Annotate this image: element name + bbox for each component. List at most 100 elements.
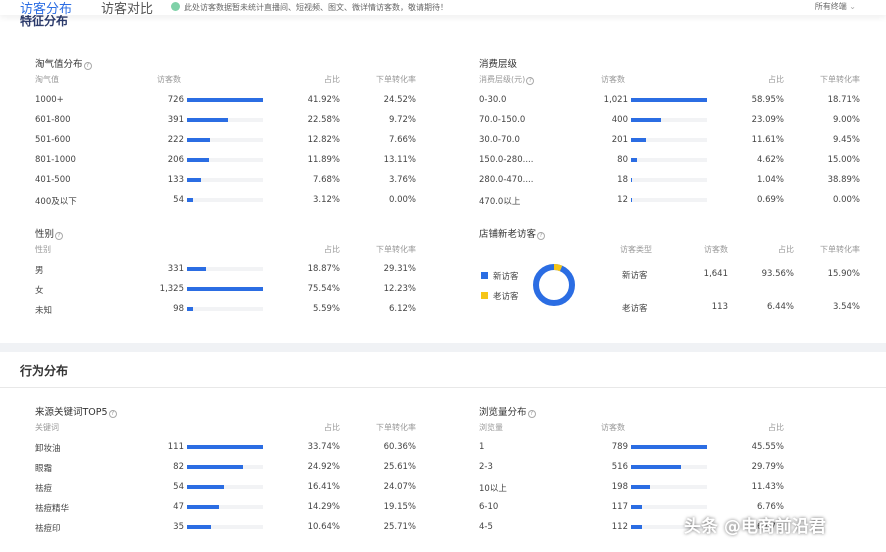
row-share: 12.82%: [307, 135, 340, 145]
bar-fill: [631, 505, 643, 509]
bar-fill: [187, 307, 193, 311]
tab-visitor-distribution[interactable]: 访客分布: [20, 0, 72, 17]
row-label: 470.0以上: [479, 197, 521, 207]
row-label: 30.0-70.0: [479, 135, 520, 145]
row-conversion: 3.54%: [832, 302, 860, 312]
spend-title: 消费层级: [479, 59, 518, 70]
terminal-select-value: 所有终端: [814, 2, 847, 11]
legend-swatch-old: [481, 292, 488, 299]
terminal-select[interactable]: 所有终端 ⌄: [815, 1, 856, 12]
tab-visitor-comparison[interactable]: 访客对比: [101, 0, 153, 17]
legend-new: 新访客: [481, 270, 519, 282]
notice: 此处访客数据暂未统计直播间、短视频、图文、微详情访客数，敬请期待！: [171, 2, 448, 13]
help-icon[interactable]: ?: [83, 62, 92, 70]
row-label: 601-800: [35, 115, 71, 125]
row-count: 1,021: [603, 95, 628, 105]
bar-track: [631, 158, 707, 162]
bar-fill: [187, 505, 220, 509]
row-conversion: 9.00%: [832, 115, 860, 125]
row-share: 1.04%: [756, 175, 784, 185]
col-header: 访客数: [601, 423, 625, 432]
row-count: 111: [167, 442, 184, 452]
bar-track: [187, 465, 263, 469]
help-icon[interactable]: ?: [527, 410, 536, 418]
row-share: 29.79%: [751, 462, 784, 472]
row-share: 75.54%: [307, 284, 340, 294]
row-share: 11.89%: [307, 155, 340, 165]
row-count: 80: [617, 155, 628, 165]
row-conversion: 0.00%: [388, 195, 416, 205]
row-label: 400及以下: [35, 197, 77, 207]
row-count: 516: [611, 462, 628, 472]
row-label: 祛痘印: [35, 524, 61, 534]
bar-fill: [187, 178, 201, 182]
row-share: 18.87%: [307, 264, 340, 274]
row-label: 10以上: [479, 484, 507, 494]
row-count: 133: [167, 175, 184, 185]
row-conversion: 29.31%: [383, 264, 416, 274]
help-icon[interactable]: ?: [55, 232, 64, 240]
row-count: 82: [173, 462, 184, 472]
row-label: 男: [35, 266, 44, 276]
top-tab-bar: 访客分布 访客对比 此处访客数据暂未统计直播间、短视频、图文、微详情访客数，敬请…: [0, 0, 886, 17]
col-header: 关键词: [35, 423, 59, 432]
bar-track: [187, 485, 263, 489]
col-header: 淘气值: [35, 75, 59, 84]
row-share: 16.41%: [307, 482, 340, 492]
row-count: 222: [167, 135, 184, 145]
bar-track: [631, 98, 707, 102]
bar-fill: [187, 287, 263, 291]
row-share: 7.68%: [312, 175, 340, 185]
info-icon: [171, 2, 180, 11]
row-share: 33.74%: [307, 442, 340, 452]
bar-track: [187, 505, 263, 509]
row-count: 112: [611, 522, 628, 532]
col-header: 占比: [324, 75, 340, 84]
bar-fill: [631, 445, 707, 449]
bar-fill: [631, 98, 707, 102]
bar-fill: [187, 525, 211, 529]
row-conversion: 7.66%: [388, 135, 416, 145]
row-share: 41.92%: [307, 95, 340, 105]
row-label: 4-5: [479, 522, 493, 532]
bar-fill: [187, 158, 209, 162]
row-label: 未知: [35, 306, 53, 316]
bar-track: [631, 445, 707, 449]
gender-title: 性别?: [35, 226, 64, 240]
bar-track: [631, 118, 707, 122]
row-conversion: 25.61%: [383, 462, 416, 472]
row-conversion: 15.90%: [827, 269, 860, 279]
keywords-title: 来源关键词TOP5?: [35, 404, 117, 418]
row-share: 5.59%: [312, 304, 340, 314]
row-count: 117: [611, 502, 628, 512]
bar-fill: [187, 98, 263, 102]
row-count: 1,641: [703, 269, 728, 279]
help-icon[interactable]: ?: [108, 410, 117, 418]
row-share: 22.58%: [307, 115, 340, 125]
row-label: 2-3: [479, 462, 493, 472]
bar-fill: [187, 445, 263, 449]
row-label: 280.0-470....: [479, 175, 534, 185]
bar-fill: [187, 198, 193, 202]
bar-track: [187, 525, 263, 529]
help-icon[interactable]: ?: [537, 232, 546, 240]
bar-track: [631, 465, 707, 469]
bar-track: [187, 158, 263, 162]
help-icon[interactable]: ?: [526, 77, 535, 85]
bar-track: [187, 118, 263, 122]
row-count: 12: [617, 195, 628, 205]
bar-track: [631, 198, 707, 202]
row-count: 789: [611, 442, 628, 452]
row-share: 3.12%: [312, 195, 340, 205]
row-label: 6-10: [479, 502, 499, 512]
row-conversion: 24.52%: [383, 95, 416, 105]
row-type: 新访客: [622, 271, 648, 281]
row-count: 54: [173, 195, 184, 205]
divider: [0, 387, 886, 388]
row-conversion: 0.00%: [832, 195, 860, 205]
bar-track: [187, 98, 263, 102]
row-conversion: 6.12%: [388, 304, 416, 314]
row-type: 老访客: [622, 304, 648, 314]
row-count: 201: [611, 135, 628, 145]
row-conversion: 12.23%: [383, 284, 416, 294]
